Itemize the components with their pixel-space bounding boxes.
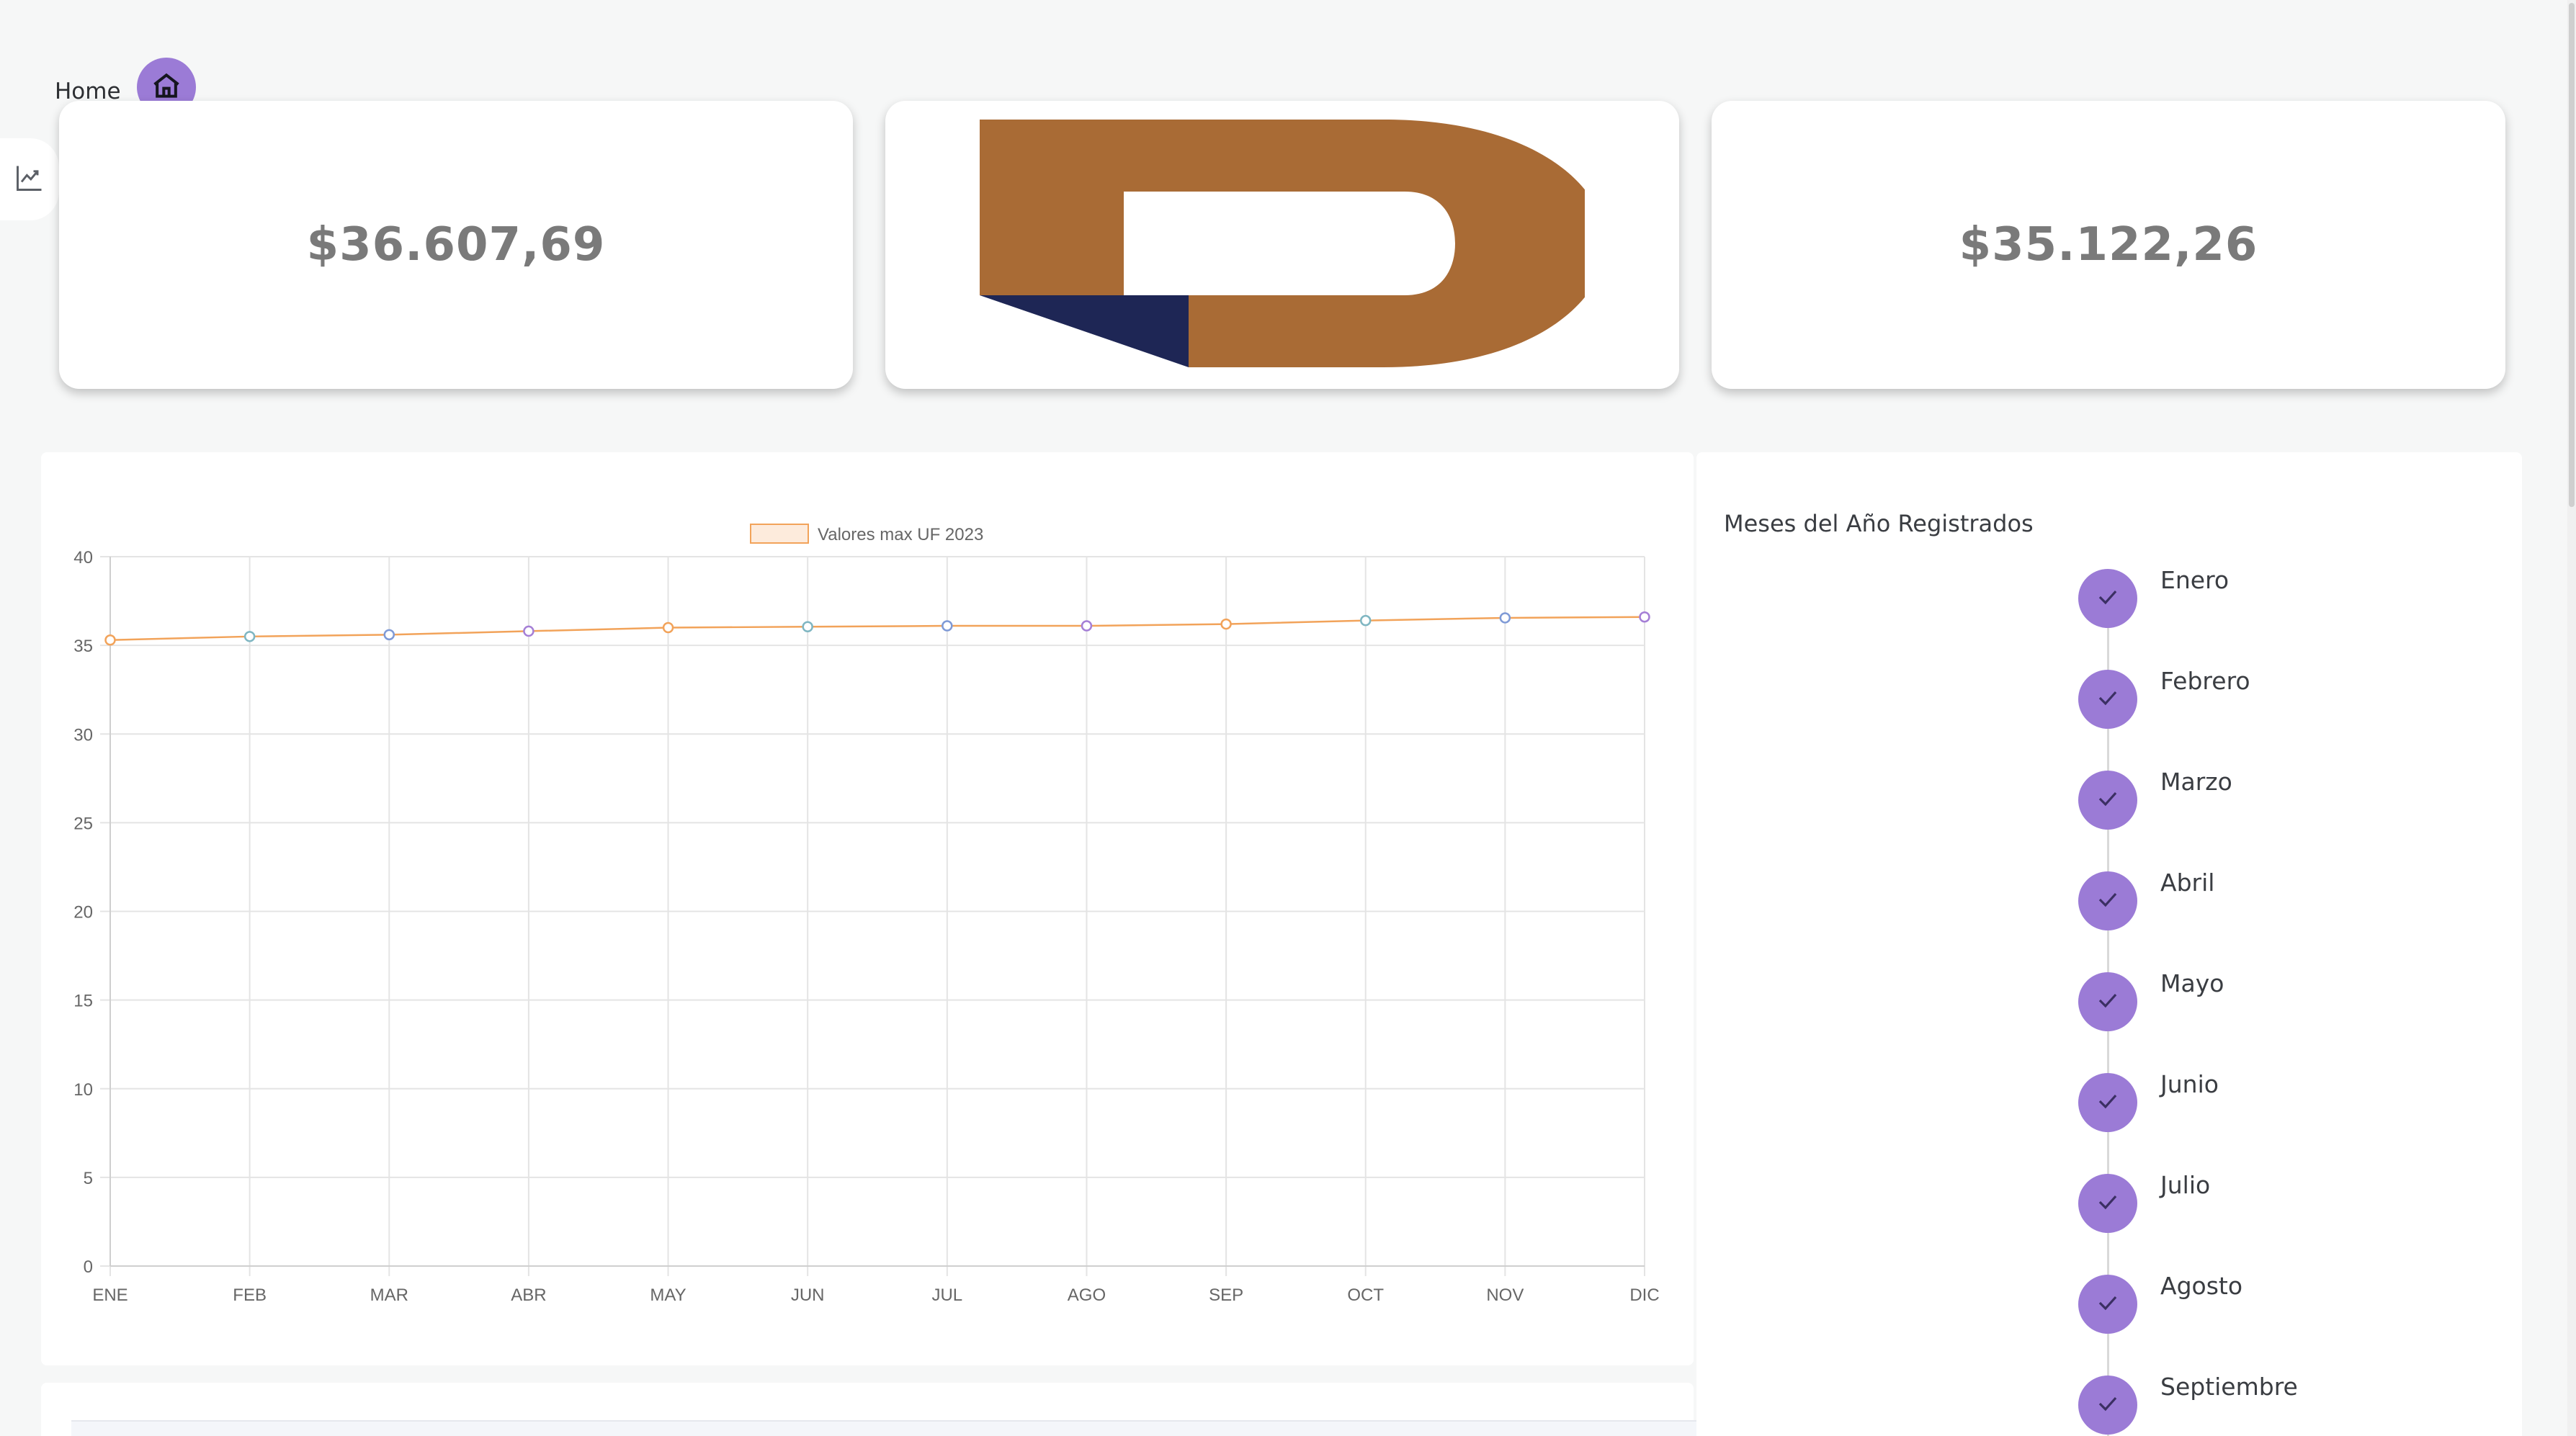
month-label: Enero (2160, 566, 2230, 594)
month-label: Junio (2160, 1070, 2219, 1098)
month-item: Abril (2078, 869, 2510, 930)
month-check-dot (2078, 1376, 2137, 1435)
legend-swatch (750, 524, 809, 544)
x-tick-label: JUL (931, 1285, 962, 1305)
check-icon (2094, 1289, 2121, 1319)
x-tick-label: AGO (1068, 1285, 1106, 1305)
month-check-dot (2078, 972, 2137, 1031)
month-label: Mayo (2160, 969, 2224, 997)
month-check-dot (2078, 871, 2137, 930)
data-point (662, 621, 674, 634)
y-tick-label: 30 (73, 725, 93, 745)
month-label: Marzo (2160, 768, 2232, 796)
data-point (1639, 611, 1650, 623)
month-item: Enero (2078, 566, 2510, 628)
uf-min-card: $35.122,26 (1712, 101, 2505, 389)
x-tick-label: ABR (511, 1285, 546, 1305)
y-tick-label: 35 (73, 637, 93, 656)
bottom-panel-tab[interactable] (71, 1420, 1707, 1436)
y-tick-label: 20 (73, 903, 93, 923)
legend-label: Valores max UF 2023 (818, 525, 983, 544)
y-tick-label: 25 (73, 814, 93, 833)
data-point (383, 629, 395, 641)
company-logo (980, 120, 1606, 370)
side-rail[interactable] (0, 138, 59, 220)
month-item: Febrero (2078, 667, 2510, 729)
uf-max-card: $36.607,69 (59, 101, 853, 389)
check-icon (2094, 583, 2121, 614)
check-icon (2094, 785, 2121, 815)
dashboard-page: Home $36.607,69 $35.122,26 0 5 10 15 20 25 (0, 0, 2576, 1436)
x-tick-label: MAY (650, 1285, 686, 1305)
month-item: Junio (2078, 1070, 2510, 1132)
month-check-dot (2078, 1073, 2137, 1132)
data-point (243, 631, 256, 642)
month-item: Julio (2078, 1171, 2510, 1233)
uf-chart-panel: 0 5 10 15 20 25 30 35 40 ENE FEB MAR ABR MAY JUN JUL AGO… (41, 452, 1694, 1365)
month-item: Septiembre (2078, 1373, 2510, 1435)
data-point (802, 621, 813, 633)
check-icon (2094, 886, 2121, 916)
x-tick-label: OCT (1347, 1285, 1384, 1305)
month-check-dot (2078, 771, 2137, 830)
check-icon (2094, 987, 2121, 1017)
month-item: Agosto (2078, 1272, 2510, 1334)
logo-card (885, 101, 1679, 389)
month-label: Febrero (2160, 667, 2250, 695)
x-tick-label: JUN (791, 1285, 825, 1305)
check-icon (2094, 1390, 2121, 1420)
data-point (1220, 618, 1232, 630)
month-check-dot (2078, 1174, 2137, 1233)
series-line (109, 616, 1645, 641)
x-tick-label: NOV (1486, 1285, 1524, 1305)
month-label: Septiembre (2160, 1373, 2298, 1401)
x-tick-label: ENE (92, 1285, 128, 1305)
y-tick-label: 15 (73, 992, 93, 1011)
month-label: Julio (2160, 1171, 2211, 1199)
data-point (104, 634, 116, 646)
month-label: Agosto (2160, 1272, 2243, 1300)
months-panel-title: Meses del Año Registrados (1724, 510, 2034, 537)
check-icon (2094, 1188, 2121, 1219)
uf-max-value: $36.607,69 (306, 218, 606, 272)
x-tick-label: DIC (1629, 1285, 1659, 1305)
check-icon (2094, 684, 2121, 714)
x-tick-label: FEB (233, 1285, 267, 1305)
y-tick-label: 0 (84, 1257, 93, 1277)
data-point (1359, 614, 1372, 627)
y-tick-label: 40 (73, 548, 93, 567)
page-scrollbar[interactable] (2567, 0, 2576, 1436)
data-point (942, 620, 953, 632)
y-tick-label: 5 (84, 1169, 93, 1188)
month-check-dot (2078, 670, 2137, 729)
x-tick-label: SEP (1209, 1285, 1243, 1305)
home-icon (151, 70, 182, 104)
month-check-dot (2078, 569, 2137, 628)
month-item: Mayo (2078, 969, 2510, 1031)
uf-min-value: $35.122,26 (1959, 218, 2258, 272)
uf-line-chart: 0 5 10 15 20 25 30 35 40 ENE FEB MAR ABR MAY JUN JUL AGO… (73, 524, 1660, 1305)
scrollbar-thumb[interactable] (2569, 3, 2575, 507)
month-check-dot (2078, 1275, 2137, 1334)
check-icon (2094, 1087, 2121, 1118)
chart-line-icon[interactable] (14, 162, 45, 197)
data-point (1499, 612, 1511, 624)
y-tick-label: 10 (73, 1080, 93, 1100)
months-panel: Meses del Año Registrados Enero Febrero … (1696, 452, 2522, 1436)
month-item: Marzo (2078, 768, 2510, 830)
x-tick-label: MAR (370, 1285, 408, 1305)
bottom-panel (41, 1383, 1707, 1436)
data-point (1081, 620, 1093, 632)
data-point (523, 625, 535, 637)
month-label: Abril (2160, 869, 2215, 897)
